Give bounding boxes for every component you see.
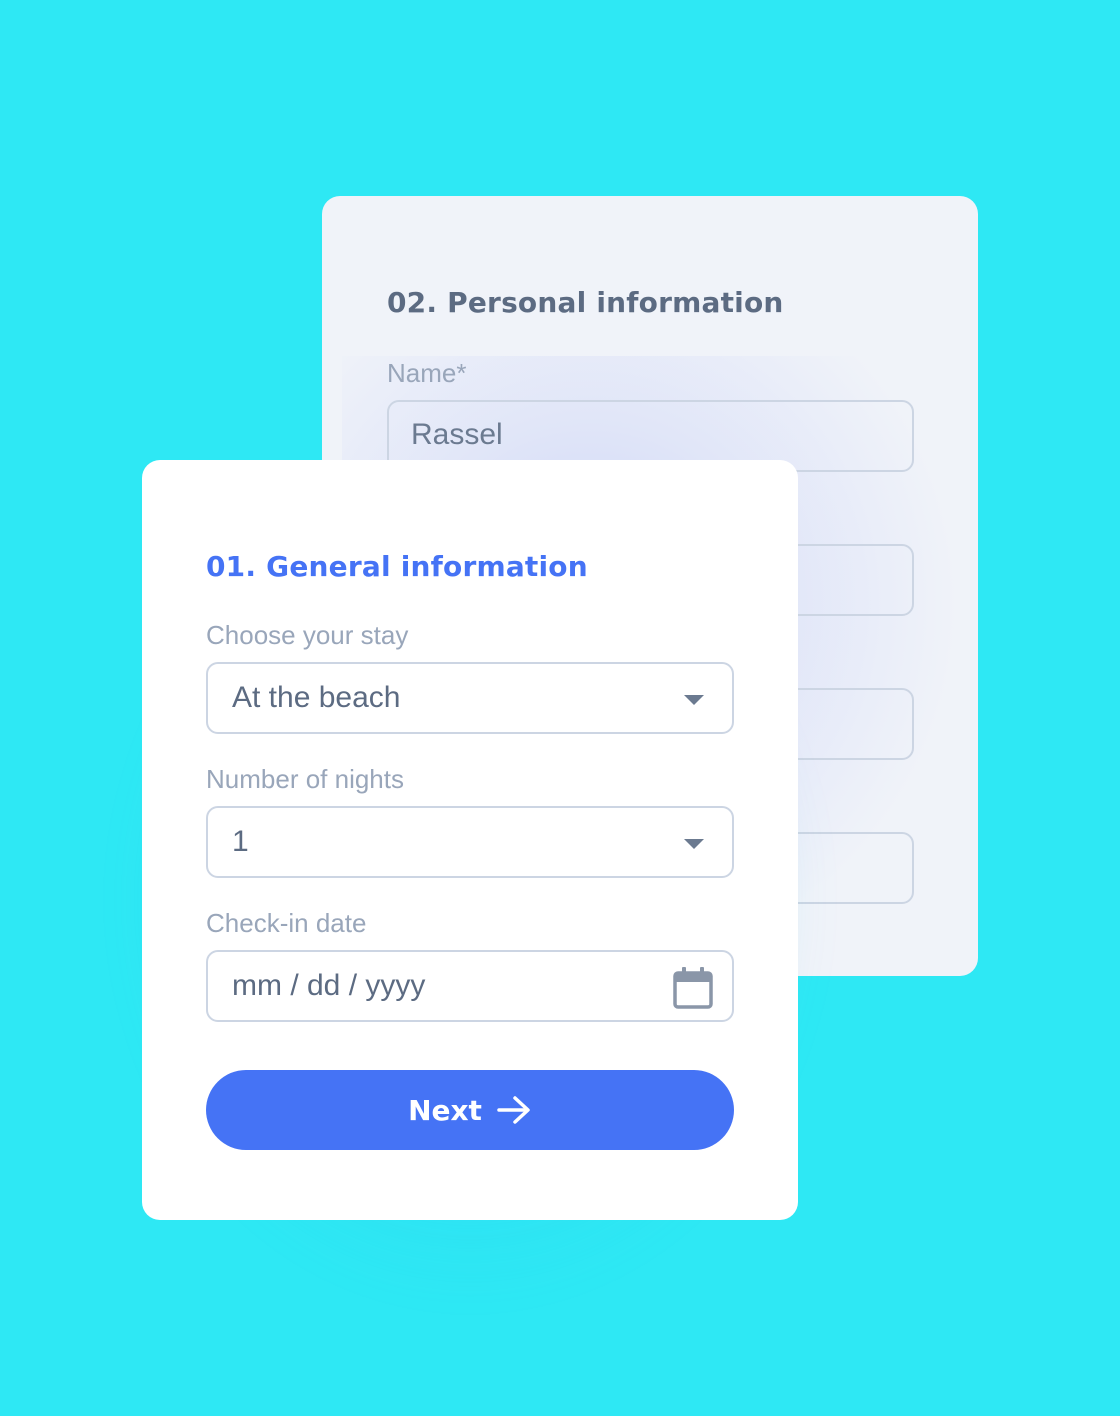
checkin-date-input[interactable]: mm / dd / yyyy [206,950,734,1022]
checkin-label: Check-in date [206,908,367,938]
stay-value: At the beach [232,681,401,714]
name-label: Name* [387,358,467,388]
next-button[interactable]: Next [206,1070,734,1150]
nights-select[interactable]: 1 [206,806,734,878]
arrow-right-icon [497,1096,530,1124]
chevron-down-icon [684,695,704,705]
next-button-label: Next [408,1093,482,1127]
general-information-card: 01. General information Choose your stay… [142,460,798,1220]
general-info-title: 01. General information [206,550,588,583]
page: 02. Personal information Name* Rassel 01… [0,0,1120,1416]
calendar-icon[interactable] [672,966,714,1010]
personal-info-title: 02. Personal information [387,286,784,319]
checkin-placeholder: mm / dd / yyyy [232,969,426,1002]
stay-label: Choose your stay [206,620,409,650]
stay-select[interactable]: At the beach [206,662,734,734]
nights-label: Number of nights [206,764,404,794]
chevron-down-icon [684,839,704,849]
name-value: Rassel [411,418,503,451]
nights-value: 1 [232,825,249,858]
